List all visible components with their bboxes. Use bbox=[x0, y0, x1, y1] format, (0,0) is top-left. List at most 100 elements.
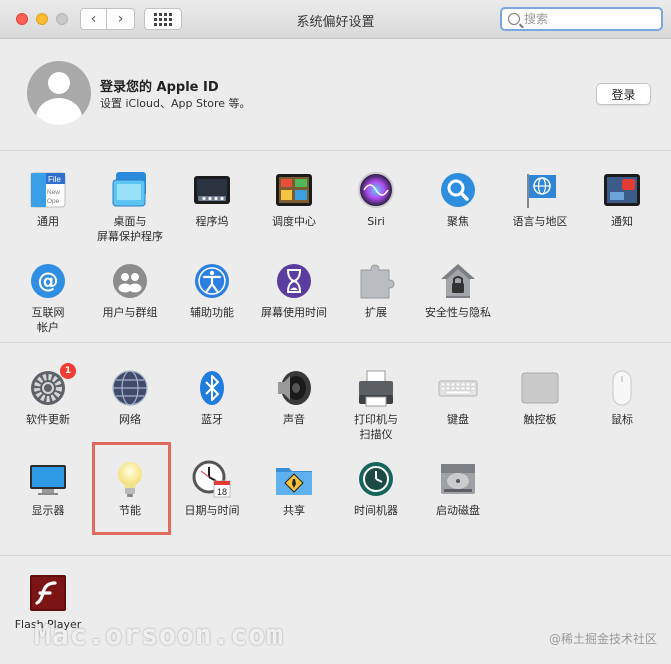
pref-software-update[interactable]: 1 软件更新 bbox=[7, 363, 89, 427]
energy-saver-highlight bbox=[92, 442, 171, 535]
pref-startup-disk[interactable]: 启动磁盘 bbox=[417, 459, 499, 518]
pref-label: 辅助功能 bbox=[190, 306, 234, 319]
apple-id-banner: 登录您的 Apple ID 设置 iCloud、App Store 等。 登录 bbox=[0, 39, 671, 151]
pref-sound[interactable]: 声音 bbox=[253, 368, 335, 427]
pref-label: 启动磁盘 bbox=[436, 504, 480, 517]
apple-id-subtitle: 设置 iCloud、App Store 等。 bbox=[100, 97, 251, 110]
svg-text:Ope: Ope bbox=[47, 198, 60, 205]
pref-label: 语言与地区 bbox=[512, 215, 568, 228]
pref-label: 通知 bbox=[611, 215, 633, 228]
pref-internet-accounts[interactable]: @ 互联网 帐户 bbox=[7, 261, 89, 335]
search-input[interactable] bbox=[524, 12, 654, 26]
startup-disk-icon bbox=[438, 459, 478, 499]
svg-text:File: File bbox=[48, 175, 61, 184]
pref-desktop-screensaver[interactable]: 桌面与 屏幕保护程序 bbox=[89, 170, 171, 244]
pref-trackpad[interactable]: 触控板 bbox=[499, 368, 581, 427]
pref-notifications[interactable]: 通知 bbox=[581, 170, 663, 229]
credit-text: @稀土掘金技术社区 bbox=[548, 632, 657, 646]
pref-label: 打印机与 扫描仪 bbox=[354, 413, 398, 441]
pref-accessibility[interactable]: 辅助功能 bbox=[171, 261, 253, 320]
title-bar: ‹ › 系统偏好设置 bbox=[0, 0, 671, 39]
pref-label: 用户与群组 bbox=[102, 306, 158, 319]
apple-id-title: 登录您的 Apple ID bbox=[100, 80, 219, 95]
pref-printers-scanners[interactable]: 打印机与 扫描仪 bbox=[335, 368, 417, 442]
pref-label: 安全性与隐私 bbox=[425, 306, 491, 319]
network-icon bbox=[110, 368, 150, 408]
spotlight-icon bbox=[438, 170, 478, 210]
pref-network[interactable]: 网络 bbox=[89, 368, 171, 427]
pref-label: 鼠标 bbox=[611, 413, 633, 426]
pref-siri[interactable]: Siri bbox=[335, 170, 417, 229]
pref-label: 网络 bbox=[119, 413, 141, 426]
sound-icon bbox=[274, 368, 314, 408]
printers-scanners-icon bbox=[356, 368, 396, 408]
system-preferences-window: ‹ › 系统偏好设置 登录您的 Apple ID 设置 iCloud、App S… bbox=[0, 0, 671, 664]
dock-icon bbox=[192, 170, 232, 210]
pref-sharing[interactable]: 共享 bbox=[253, 459, 335, 518]
mouse-icon bbox=[602, 368, 642, 408]
bluetooth-icon bbox=[192, 368, 232, 408]
general-icon: File New Ope bbox=[28, 170, 68, 210]
pref-security-privacy[interactable]: 安全性与隐私 bbox=[417, 261, 499, 320]
users-groups-icon bbox=[110, 261, 150, 301]
svg-text:@: @ bbox=[38, 269, 59, 293]
pref-mission-control[interactable]: 调度中心 bbox=[253, 170, 335, 229]
pref-displays[interactable]: 显示器 bbox=[7, 459, 89, 518]
pref-label: 触控板 bbox=[523, 413, 557, 426]
extensions-icon bbox=[356, 261, 396, 301]
pref-label: 扩展 bbox=[365, 306, 387, 319]
pref-label: 互联网 帐户 bbox=[31, 306, 65, 334]
search-field[interactable] bbox=[500, 7, 663, 31]
avatar bbox=[27, 61, 91, 125]
pref-label: 调度中心 bbox=[272, 215, 316, 228]
update-count-badge: 1 bbox=[60, 363, 76, 379]
pref-label: 软件更新 bbox=[26, 413, 70, 426]
pref-dock[interactable]: 程序坞 bbox=[171, 170, 253, 229]
pref-bluetooth[interactable]: 蓝牙 bbox=[171, 368, 253, 427]
personal-prefs-section: File New Ope 通用 桌面与 屏幕保护程序 程序坞 调度中心 Siri… bbox=[0, 150, 671, 343]
language-region-icon bbox=[520, 170, 560, 210]
pref-label: 显示器 bbox=[31, 504, 65, 517]
keyboard-icon bbox=[438, 368, 478, 408]
displays-icon bbox=[28, 459, 68, 499]
trackpad-icon bbox=[520, 368, 560, 408]
pref-screen-time[interactable]: 屏幕使用时间 bbox=[253, 261, 335, 320]
pref-label: 通用 bbox=[37, 215, 59, 228]
flash-player-icon bbox=[28, 573, 68, 613]
pref-label: 声音 bbox=[283, 413, 305, 426]
pref-mouse[interactable]: 鼠标 bbox=[581, 368, 663, 427]
security-privacy-icon bbox=[438, 261, 478, 301]
pref-spotlight[interactable]: 聚焦 bbox=[417, 170, 499, 229]
desktop-screensaver-icon bbox=[110, 170, 150, 210]
pref-label: Siri bbox=[367, 215, 385, 228]
pref-general[interactable]: File New Ope 通用 bbox=[7, 170, 89, 229]
sharing-icon bbox=[274, 459, 314, 499]
pref-label: 日期与时间 bbox=[184, 504, 240, 517]
siri-icon bbox=[356, 170, 396, 210]
pref-label: 桌面与 屏幕保护程序 bbox=[97, 215, 163, 243]
internet-accounts-icon: @ bbox=[28, 261, 68, 301]
software-update-icon: 1 bbox=[28, 363, 76, 408]
pref-label: 时间机器 bbox=[354, 504, 398, 517]
pref-label: 键盘 bbox=[447, 413, 469, 426]
pref-date-time[interactable]: 18 日期与时间 bbox=[171, 459, 253, 518]
pref-users-groups[interactable]: 用户与群组 bbox=[89, 261, 171, 320]
watermark-text: Mac.orsoon.com bbox=[34, 618, 285, 651]
time-machine-icon bbox=[356, 459, 396, 499]
pref-time-machine[interactable]: 时间机器 bbox=[335, 459, 417, 518]
svg-text:New: New bbox=[47, 189, 60, 196]
pref-label: 共享 bbox=[283, 504, 305, 517]
calendar-day-text: 18 bbox=[217, 487, 227, 497]
mission-control-icon bbox=[274, 170, 314, 210]
pref-label: 程序坞 bbox=[195, 215, 229, 228]
pref-label: 蓝牙 bbox=[201, 413, 223, 426]
pref-label: 聚焦 bbox=[447, 215, 469, 228]
pref-label: 屏幕使用时间 bbox=[261, 306, 327, 319]
accessibility-icon bbox=[192, 261, 232, 301]
login-button[interactable]: 登录 bbox=[596, 83, 651, 105]
notifications-icon bbox=[602, 170, 642, 210]
date-time-icon: 18 bbox=[192, 459, 232, 499]
pref-language-region[interactable]: 语言与地区 bbox=[499, 170, 581, 229]
pref-keyboard[interactable]: 键盘 bbox=[417, 368, 499, 427]
pref-extensions[interactable]: 扩展 bbox=[335, 261, 417, 320]
